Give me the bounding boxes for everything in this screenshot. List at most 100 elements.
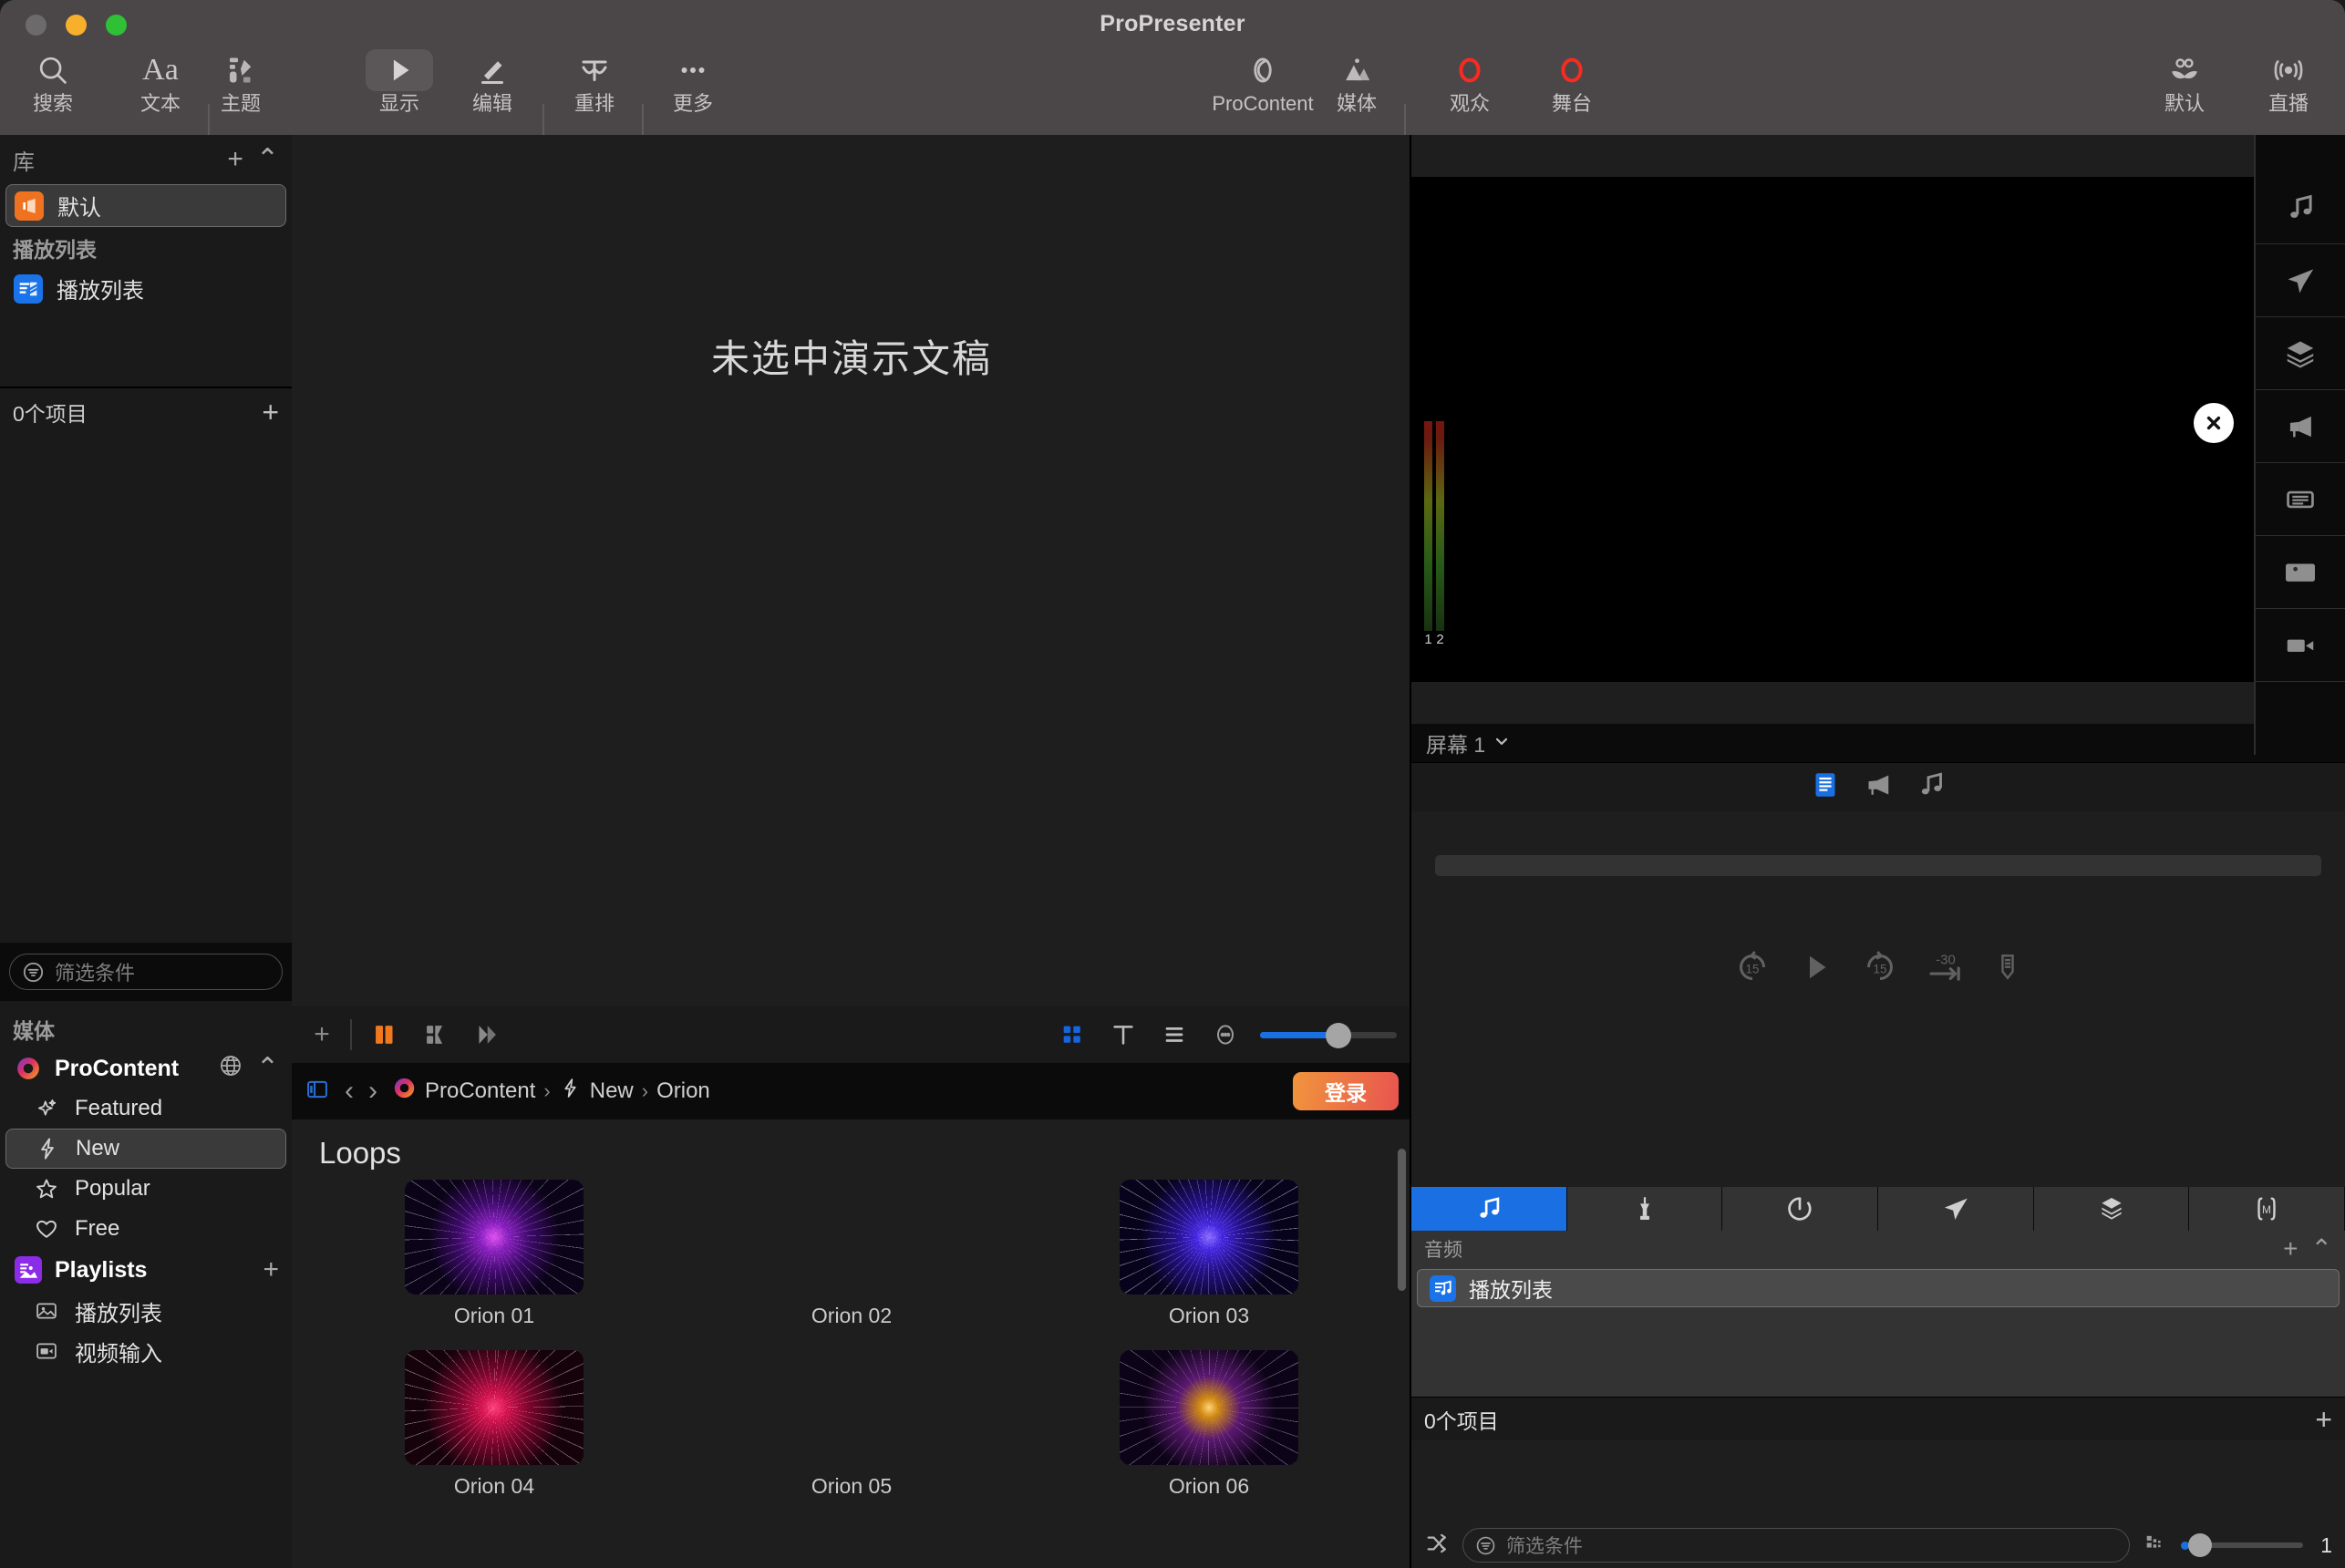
loop-thumbnail-placeholder[interactable] <box>762 1350 941 1465</box>
toolbar-button-search[interactable]: 搜索 <box>9 47 97 114</box>
breadcrumb-item-new[interactable]: New <box>590 1078 634 1104</box>
right-zoom-slider[interactable] <box>2181 1533 2303 1557</box>
audio-playlist-item[interactable]: 播放列表 <box>1417 1269 2340 1307</box>
globe-icon[interactable] <box>218 1053 243 1084</box>
toolbar-button-rearrange[interactable]: 重排 <box>551 47 638 114</box>
slide-text-mode-button[interactable] <box>1809 769 1842 806</box>
thumbnail-size-icon[interactable] <box>2143 1531 2168 1561</box>
library-item-add-button[interactable]: + <box>262 397 279 427</box>
audio-section-add-button[interactable]: + <box>2283 1236 2298 1262</box>
sidebar-item-playlist[interactable]: 播放列表 <box>5 267 286 310</box>
playback-progress-track[interactable] <box>1435 855 2321 876</box>
shuffle-icon[interactable] <box>1424 1531 1450 1561</box>
toolbar-button-stage[interactable]: 舞台 <box>1528 47 1616 114</box>
library-collapse-button[interactable]: ⌃ <box>256 146 279 173</box>
rail-button-video[interactable] <box>2256 609 2345 682</box>
media-mountain-icon <box>1339 47 1374 93</box>
right-filter-input[interactable]: 筛选条件 <box>1462 1528 2130 1563</box>
breadcrumb-item-procontent[interactable]: ProContent <box>425 1078 535 1104</box>
cue-marker-icon[interactable] <box>1990 950 2025 989</box>
slide-zoom-knob[interactable] <box>1326 1023 1351 1048</box>
text-layout-icon[interactable] <box>1103 1015 1143 1055</box>
tab-audio[interactable] <box>1411 1187 1567 1231</box>
procontent-collapse-button[interactable]: ⌃ <box>256 1055 279 1082</box>
loop-thumbnail[interactable] <box>1120 1350 1298 1465</box>
library-add-button[interactable]: + <box>227 146 243 173</box>
sidebar-item-video-input[interactable]: 视频输入 <box>5 1331 286 1371</box>
grid-layout-icon[interactable] <box>1052 1015 1092 1055</box>
toolbar-button-more[interactable]: 更多 <box>649 47 737 114</box>
sidebar-item-popular[interactable]: Popular <box>5 1169 286 1209</box>
library-filter-bar: 筛选条件 <box>0 943 292 1001</box>
right-panel-tabs: M <box>1411 1187 2345 1231</box>
loop-thumbnail[interactable] <box>405 1180 584 1295</box>
playlists-add-button[interactable]: + <box>263 1256 279 1284</box>
loop-item-orion-02[interactable]: Orion 02 <box>673 1180 1030 1328</box>
audio-section-collapse-button[interactable]: ⌃ <box>2311 1236 2332 1262</box>
toolbar-button-text[interactable]: Aa 文本 <box>117 47 204 114</box>
loop-item-orion-06[interactable]: Orion 06 <box>1030 1350 1388 1499</box>
preview-output-screen[interactable]: 1 2 <box>1411 177 2254 682</box>
audio-mode-button[interactable] <box>1915 769 1947 806</box>
login-button[interactable]: 登录 <box>1293 1072 1399 1110</box>
close-panel-button[interactable] <box>2194 403 2234 443</box>
rail-button-layers[interactable] <box>2256 317 2345 390</box>
toolbar-button-audience[interactable]: 观众 <box>1426 47 1513 114</box>
rail-button-images[interactable] <box>2256 536 2345 609</box>
loop-thumbnail-placeholder[interactable] <box>762 1180 941 1295</box>
rail-button-announcements[interactable] <box>2256 390 2345 463</box>
tab-macro[interactable]: M <box>2189 1187 2345 1231</box>
toolbar-button-default-look[interactable]: 默认 <box>2141 47 2228 114</box>
rewind-15-icon[interactable]: 15 <box>1731 946 1773 993</box>
toolbar-button-theme[interactable]: 主题 <box>197 47 284 114</box>
tab-layers[interactable] <box>2033 1187 2190 1231</box>
forward-15-icon[interactable]: 15 <box>1859 946 1901 993</box>
right-zoom-knob[interactable] <box>2188 1533 2212 1557</box>
loop-item-orion-01[interactable]: Orion 01 <box>315 1180 673 1328</box>
tab-mixer[interactable] <box>1566 1187 1723 1231</box>
sidebar-toggle-icon[interactable] <box>305 1077 330 1107</box>
list-layout-icon[interactable] <box>1154 1015 1194 1055</box>
tab-messages[interactable] <box>1878 1187 2034 1231</box>
slide-zoom-slider[interactable] <box>1260 1022 1397 1048</box>
sidebar-item-default-library[interactable]: 默认 <box>5 184 286 227</box>
rail-button-slide-text[interactable] <box>2256 463 2345 536</box>
grid-view-button[interactable] <box>416 1015 456 1055</box>
loop-item-orion-03[interactable]: Orion 03 <box>1030 1180 1388 1328</box>
browser-forward-button[interactable]: › <box>368 1078 377 1105</box>
toolbar-button-show[interactable]: 显示 <box>356 47 443 114</box>
screen-selector[interactable]: 屏幕 1 <box>1411 724 2254 762</box>
playlists-media-header[interactable]: Playlists + <box>0 1249 292 1291</box>
procontent-ring-icon-crumb <box>392 1076 417 1107</box>
loop-item-orion-05[interactable]: Orion 05 <box>673 1350 1030 1499</box>
next-view-button[interactable] <box>467 1015 507 1055</box>
jump-minus-30-icon[interactable]: -30 <box>1925 946 1967 993</box>
sidebar-item-media-playlist[interactable]: 播放列表 <box>5 1291 286 1331</box>
procontent-header[interactable]: ProContent ⌃ <box>0 1048 292 1088</box>
breadcrumb-item-orion[interactable]: Orion <box>656 1078 710 1104</box>
sidebar-item-featured[interactable]: Featured <box>5 1088 286 1129</box>
rail-button-messages[interactable] <box>2256 244 2345 317</box>
procontent-scrollbar[interactable] <box>1398 1149 1406 1291</box>
loop-thumbnail[interactable] <box>1120 1180 1298 1295</box>
two-column-view-button[interactable] <box>365 1015 405 1055</box>
library-filter-input[interactable]: 筛选条件 <box>9 954 283 990</box>
toolbar-button-media[interactable]: 媒体 <box>1313 47 1400 114</box>
loop-item-orion-04[interactable]: Orion 04 <box>315 1350 673 1499</box>
more-options-icon[interactable] <box>1205 1015 1245 1055</box>
broadcast-live-icon <box>2271 47 2306 93</box>
loop-thumbnail[interactable] <box>405 1350 584 1465</box>
right-item-add-button[interactable]: + <box>2315 1405 2332 1434</box>
rail-button-audio[interactable] <box>2256 171 2345 244</box>
play-icon[interactable] <box>1797 948 1835 991</box>
tab-timer[interactable] <box>1722 1187 1879 1231</box>
sidebar-item-new[interactable]: New <box>5 1129 286 1169</box>
audience-record-icon <box>1453 47 1486 93</box>
browser-back-button[interactable]: ‹ <box>345 1078 354 1105</box>
add-slide-button[interactable]: + <box>306 1015 337 1055</box>
toolbar-button-live[interactable]: 直播 <box>2245 47 2332 114</box>
audio-section-label: 音频 <box>1424 1240 1462 1261</box>
sidebar-item-free[interactable]: Free <box>5 1209 286 1249</box>
toolbar-button-edit[interactable]: 编辑 <box>449 47 536 114</box>
announcement-mode-button[interactable] <box>1862 769 1895 806</box>
